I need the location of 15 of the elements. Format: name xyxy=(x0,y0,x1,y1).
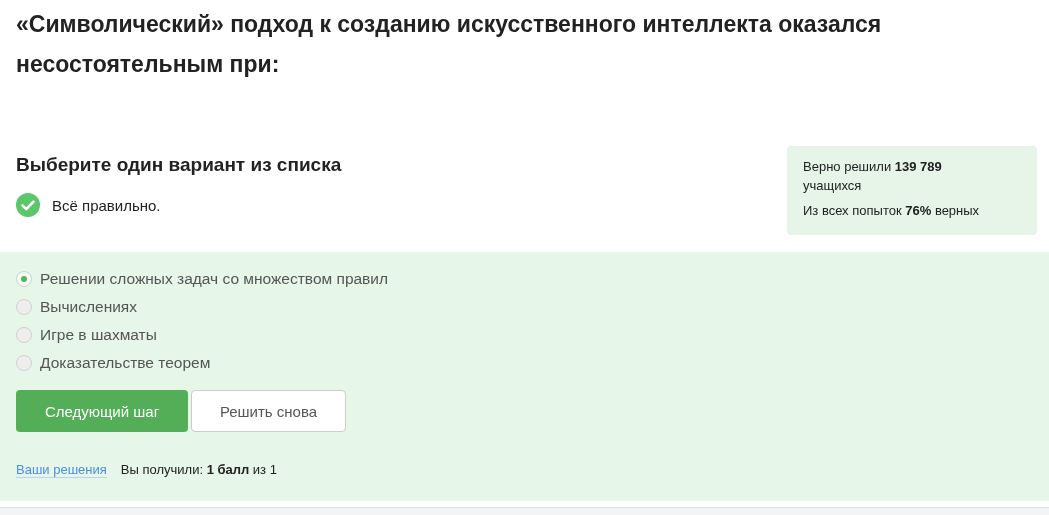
radio-button[interactable] xyxy=(16,327,32,343)
retry-button[interactable]: Решить снова xyxy=(191,390,346,432)
score-text: Вы получили: 1 балл из 1 xyxy=(120,462,277,478)
instruction-heading: Выберите один вариант из списка xyxy=(16,154,342,176)
option-label[interactable]: Решении сложных задач со множеством правил xyxy=(40,269,389,289)
feedback-text: Всё правильно. xyxy=(52,196,161,214)
stats-text: Из всех попыток 76% верных xyxy=(803,202,981,220)
question-title: «Символический» подход к созданию искусственного интеллекта оказался несостоятельным при: xyxy=(16,10,883,79)
option-label[interactable]: Игре в шахматы xyxy=(40,325,157,345)
radio-button[interactable] xyxy=(16,299,32,315)
option-label[interactable]: Доказательстве теорем xyxy=(40,353,211,373)
stats-text: Верно решили 139 789 учащихся xyxy=(803,158,943,195)
radio-button[interactable] xyxy=(16,271,32,287)
option-label[interactable]: Вычислениях xyxy=(40,297,137,317)
radio-button[interactable] xyxy=(16,355,32,371)
